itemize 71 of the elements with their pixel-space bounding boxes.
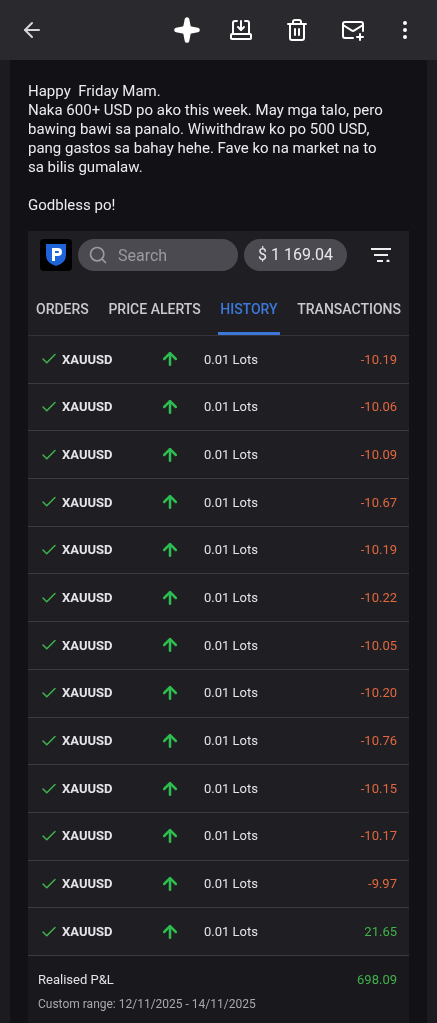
trade-row[interactable]: XAUUSD 0.01 Lots -10.06	[28, 383, 409, 432]
search-field[interactable]: Search	[78, 239, 238, 271]
symbol-text: XAUUSD	[62, 827, 114, 846]
tab[interactable]: ORDERS	[34, 295, 91, 335]
symbol-text: XAUUSD	[62, 732, 114, 751]
volume-text: 0.01 Lots	[204, 493, 258, 512]
volume-text: 0.01 Lots	[204, 779, 258, 798]
trade-row[interactable]: XAUUSD 0.01 Lots -10.19	[28, 526, 409, 575]
filter-icon[interactable]	[371, 248, 391, 262]
symbol-text: XAUUSD	[62, 779, 114, 798]
archive-icon[interactable]	[229, 18, 253, 42]
tab[interactable]: HISTORY	[218, 295, 280, 335]
sparkle-icon[interactable]	[173, 16, 201, 44]
tab[interactable]: TRANSACTIONS	[295, 295, 403, 335]
pnl-text: -10.09	[360, 445, 397, 464]
trade-row[interactable]: XAUUSD 0.01 Lots -10.19	[28, 336, 409, 384]
trade-row[interactable]: XAUUSD 0.01 Lots -10.05	[28, 622, 409, 670]
pnl-text: -10.05	[360, 636, 397, 655]
symbol-text: XAUUSD	[62, 445, 114, 464]
balance-pill: $ 1 169.04	[244, 239, 348, 271]
symbol-text: XAUUSD	[62, 636, 114, 655]
pnl-text: -10.20	[360, 684, 397, 703]
pnl-text: -10.15	[360, 779, 397, 798]
volume-text: 0.01 Lots	[204, 827, 258, 846]
pnl-text: -10.22	[360, 589, 397, 608]
symbol-text: XAUUSD	[62, 350, 114, 369]
summary-label: Realised P&L	[38, 970, 114, 989]
symbol-text: XAUUSD	[62, 589, 114, 608]
symbol-text: XAUUSD	[62, 875, 114, 894]
pnl-text: -9.97	[368, 875, 397, 894]
pnl-text: -10.76	[360, 732, 397, 751]
volume-text: 0.01 Lots	[204, 636, 258, 655]
volume-text: 0.01 Lots	[204, 445, 258, 464]
volume-text: 0.01 Lots	[204, 589, 258, 608]
volume-text: 0.01 Lots	[204, 875, 258, 894]
tab[interactable]: PRICE ALERTS	[106, 295, 203, 335]
message-text: Naka 600+ USD po ako this week. May mga talo, pero bawing bawi sa panalo. Wiwithdraw ko po 500 USD, pang gastos sa bahay hehe. Fave ko na market na to sa bilis gumalaw.	[28, 101, 384, 177]
message-text: Happy Friday Mam.	[28, 82, 162, 101]
trade-row[interactable]: XAUUSD 0.01 Lots -10.17	[28, 812, 409, 861]
pnl-text: -10.06	[360, 398, 397, 417]
volume-text: 0.01 Lots	[204, 922, 258, 941]
volume-text: 0.01 Lots	[204, 350, 258, 369]
pnl-text: -10.67	[360, 493, 397, 512]
summary-value: 698.09	[357, 970, 397, 989]
volume-text: 0.01 Lots	[204, 732, 258, 751]
trade-row[interactable]: XAUUSD 0.01 Lots -10.67	[28, 479, 409, 527]
trade-row[interactable]: XAUUSD 0.01 Lots -10.22	[28, 574, 409, 623]
volume-text: 0.01 Lots	[204, 541, 258, 560]
trade-row[interactable]: XAUUSD 0.01 Lots -10.76	[28, 717, 409, 766]
trade-row[interactable]: XAUUSD 0.01 Lots 21.65	[28, 908, 409, 956]
trade-row[interactable]: XAUUSD 0.01 Lots -10.15	[28, 765, 409, 813]
trade-row[interactable]: XAUUSD 0.01 Lots -10.09	[28, 431, 409, 480]
delete-icon[interactable]	[285, 18, 309, 42]
symbol-text: XAUUSD	[62, 493, 114, 512]
app-logo-icon	[40, 239, 72, 271]
pnl-text: -10.17	[360, 827, 397, 846]
trade-row[interactable]: XAUUSD 0.01 Lots -9.97	[28, 860, 409, 909]
pnl-text: 21.65	[364, 922, 397, 941]
symbol-text: XAUUSD	[62, 541, 114, 560]
mark-unread-icon[interactable]	[341, 18, 365, 42]
symbol-text: XAUUSD	[62, 684, 114, 703]
pnl-text: -10.19	[360, 350, 397, 369]
trade-row[interactable]: XAUUSD 0.01 Lots -10.20	[28, 669, 409, 718]
volume-text: 0.01 Lots	[204, 684, 258, 703]
date-range-text: Custom range: 12/11/2025 - 14/11/2025	[38, 996, 257, 1014]
message-text: Godbless po!	[28, 196, 117, 215]
pnl-text: -10.19	[360, 541, 397, 560]
volume-text: 0.01 Lots	[204, 398, 258, 417]
symbol-text: XAUUSD	[62, 922, 114, 941]
symbol-text: XAUUSD	[62, 398, 114, 417]
search-icon	[88, 245, 108, 265]
